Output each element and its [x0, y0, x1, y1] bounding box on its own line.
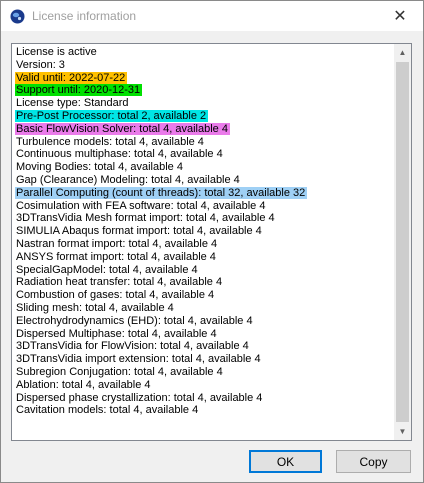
- license-line-text: Valid until: 2022-07-22: [15, 71, 128, 84]
- license-line-text: Sliding mesh: total 4, available 4: [16, 301, 174, 314]
- license-line-text: License is active: [16, 46, 97, 58]
- license-dialog: License information ✕ License is active V…: [0, 0, 424, 483]
- license-line-text: Parallel Computing (count of threads): t…: [15, 186, 308, 199]
- license-line-text: Ablation: total 4, available 4: [16, 378, 151, 391]
- license-lines: License is active Version: 3 Valid until: …: [15, 46, 393, 417]
- license-line: Gap (Clearance) Modeling: total 4, avail…: [15, 174, 393, 187]
- license-line: Combustion of gases: total 4, available …: [15, 289, 393, 302]
- license-line-text: Radiation heat transfer: total 4, availa…: [16, 276, 223, 289]
- license-line-text: SIMULIA Abaqus format import: total 4, a…: [16, 225, 262, 238]
- license-line: Moving Bodies: total 4, available 4: [15, 161, 393, 174]
- scrollbar-thumb[interactable]: [396, 62, 409, 422]
- license-line-text: 3DTransVidia for FlowVision: total 4, av…: [16, 340, 249, 353]
- license-line-text: Continuous multiphase: total 4, availabl…: [16, 148, 223, 161]
- license-line-text: License type: Standard: [16, 97, 129, 110]
- license-line-text: Dispersed phase crystallization: total 4…: [16, 391, 263, 404]
- license-line: 3DTransVidia import extension: total 4, …: [15, 353, 393, 366]
- license-line: License is active: [15, 46, 393, 59]
- license-info-list[interactable]: License is active Version: 3 Valid until: …: [11, 43, 412, 441]
- license-line: Version: 3: [15, 59, 393, 72]
- license-line: Sliding mesh: total 4, available 4: [15, 302, 393, 315]
- license-line-text: Gap (Clearance) Modeling: total 4, avail…: [16, 173, 240, 186]
- license-line: License type: Standard: [15, 97, 393, 110]
- license-line-text: 3DTransVidia import extension: total 4, …: [16, 353, 261, 366]
- license-line: Radiation heat transfer: total 4, availa…: [15, 276, 393, 289]
- license-line-text: Cavitation models: total 4, available 4: [16, 404, 199, 417]
- license-line: Subregion Conjugation: total 4, availabl…: [15, 366, 393, 379]
- license-line: Turbulence models: total 4, available 4: [15, 136, 393, 149]
- license-line: 3DTransVidia for FlowVision: total 4, av…: [15, 340, 393, 353]
- license-line: Support until: 2020-12-31: [15, 84, 393, 97]
- license-line: ANSYS format import: total 4, available …: [15, 251, 393, 264]
- license-line: Dispersed phase crystallization: total 4…: [15, 392, 393, 405]
- license-line-text: Version: 3: [16, 58, 65, 71]
- license-line-text: Pre-Post Processor: total 2, available 2: [15, 109, 209, 122]
- license-line: Cosimulation with FEA software: total 4,…: [15, 200, 393, 213]
- license-line-text: Moving Bodies: total 4, available 4: [16, 161, 183, 174]
- vertical-scrollbar[interactable]: ▲ ▼: [394, 44, 411, 440]
- scroll-up-arrow-icon[interactable]: ▲: [394, 44, 411, 61]
- license-line-text: ANSYS format import: total 4, available …: [16, 250, 216, 263]
- license-line: SIMULIA Abaqus format import: total 4, a…: [15, 225, 393, 238]
- license-line-text: Nastran format import: total 4, availabl…: [16, 237, 218, 250]
- license-line-text: Electrohydrodynamics (EHD): total 4, ava…: [16, 314, 253, 327]
- license-line-text: Support until: 2020-12-31: [15, 84, 143, 97]
- license-line: Ablation: total 4, available 4: [15, 379, 393, 392]
- license-line-text: 3DTransVidia Mesh format import: total 4…: [16, 212, 275, 225]
- close-icon[interactable]: ✕: [377, 1, 423, 31]
- license-line: Nastran format import: total 4, availabl…: [15, 238, 393, 251]
- license-line: 3DTransVidia Mesh format import: total 4…: [15, 212, 393, 225]
- license-line: Continuous multiphase: total 4, availabl…: [15, 148, 393, 161]
- license-line: Electrohydrodynamics (EHD): total 4, ava…: [15, 315, 393, 328]
- scroll-down-arrow-icon[interactable]: ▼: [394, 423, 411, 440]
- license-line-text: Dispersed Multiphase: total 4, available…: [16, 327, 217, 340]
- license-line: Dispersed Multiphase: total 4, available…: [15, 328, 393, 341]
- license-line-text: Subregion Conjugation: total 4, availabl…: [16, 365, 223, 378]
- license-line: Cavitation models: total 4, available 4: [15, 404, 393, 417]
- license-line: Valid until: 2022-07-22: [15, 71, 393, 85]
- window-title: License information: [32, 9, 137, 23]
- title-bar[interactable]: License information ✕: [1, 1, 423, 31]
- ok-button[interactable]: OK: [249, 450, 322, 473]
- license-line-text: Basic FlowVision Solver: total 4, availa…: [15, 122, 230, 135]
- license-line: SpecialGapModel: total 4, available 4: [15, 264, 393, 277]
- license-line: Pre-Post Processor: total 2, available 2: [15, 109, 393, 123]
- license-line: Parallel Computing (count of threads): t…: [15, 186, 393, 200]
- license-line: Basic FlowVision Solver: total 4, availa…: [15, 122, 393, 136]
- license-line-text: Combustion of gases: total 4, available …: [16, 289, 215, 302]
- license-line-text: Cosimulation with FEA software: total 4,…: [16, 199, 266, 212]
- flowvision-logo-icon: [10, 9, 25, 24]
- license-line-text: Turbulence models: total 4, available 4: [16, 135, 204, 148]
- copy-button[interactable]: Copy: [336, 450, 411, 473]
- license-line-text: SpecialGapModel: total 4, available 4: [16, 263, 198, 276]
